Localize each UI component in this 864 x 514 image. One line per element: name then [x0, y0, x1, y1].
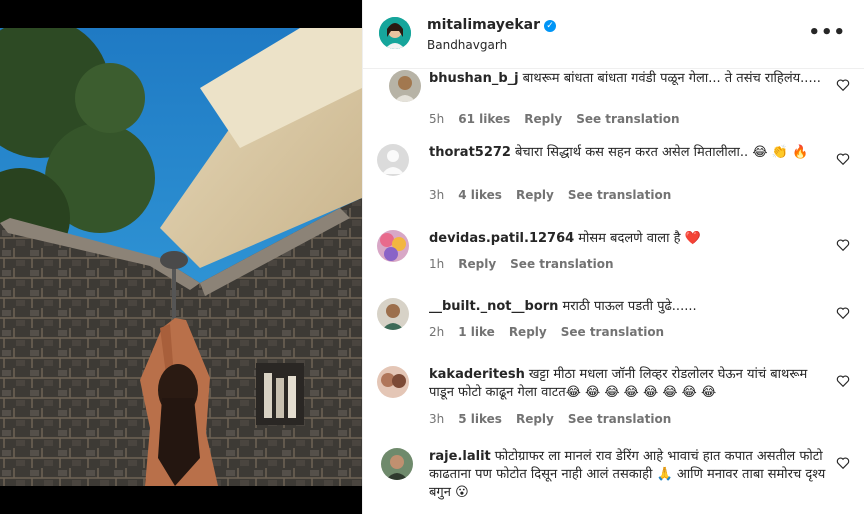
post-image-illustration — [0, 28, 362, 486]
comment-meta: 1h Reply See translation — [429, 257, 628, 271]
see-translation-button[interactable]: See translation — [510, 257, 613, 271]
comment-text-block: thorat5272 बेचारा सिद्धार्थ कस सहन करत अस… — [429, 144, 829, 162]
commenter-avatar[interactable] — [377, 230, 409, 262]
reply-button[interactable]: Reply — [516, 188, 554, 202]
comment-meta: 5h 61 likes Reply See translation — [429, 112, 694, 126]
comment-text-block: __built._not__born मराठी पाऊल पडती पुढे..… — [429, 298, 829, 316]
commenter-username[interactable]: raje.lalit — [429, 449, 491, 464]
comment-text: मोसम बदलणे वाला है ❤️ — [578, 231, 701, 246]
like-comment-heart-icon[interactable] — [836, 152, 850, 166]
comment-meta: 2h 1 like Reply See translation — [429, 325, 678, 339]
commenter-avatar[interactable] — [389, 70, 421, 102]
post-location[interactable]: Bandhavgarh — [427, 38, 507, 52]
see-translation-button[interactable]: See translation — [568, 412, 671, 426]
like-comment-heart-icon[interactable] — [836, 306, 850, 320]
comment-likes[interactable]: 1 like — [458, 325, 495, 339]
commenter-avatar[interactable] — [377, 366, 409, 398]
comment-likes[interactable]: 4 likes — [458, 188, 502, 202]
like-comment-heart-icon[interactable] — [836, 374, 850, 388]
commenter-avatar[interactable] — [377, 298, 409, 330]
commenter-username[interactable]: thorat5272 — [429, 145, 511, 160]
reply-button[interactable]: Reply — [516, 412, 554, 426]
comment-time[interactable]: 3h — [429, 188, 444, 202]
author-username[interactable]: mitalimayekar — [427, 17, 540, 33]
see-translation-button[interactable]: See translation — [561, 325, 664, 339]
commenter-avatar[interactable] — [381, 448, 413, 480]
like-comment-heart-icon[interactable] — [836, 238, 850, 252]
comment-likes[interactable]: 5 likes — [458, 412, 502, 426]
comment-text-block: kakaderitesh खट्टा मीठा मधला जॉनी लिव्हर … — [429, 366, 829, 402]
comment-text-block: bhushan_b_j बाथरूम बांधता बांधता गवंडी पळ… — [429, 70, 829, 88]
comment-text: बाथरूम बांधता बांधता गवंडी पळून गेला... … — [522, 71, 821, 86]
comment-text: मराठी पाऊल पडती पुढे...... — [562, 299, 697, 314]
comment-time[interactable]: 1h — [429, 257, 444, 271]
like-comment-heart-icon[interactable] — [836, 78, 850, 92]
comment-meta: 3h 4 likes Reply See translation — [429, 188, 685, 202]
commenter-username[interactable]: __built._not__born — [429, 299, 558, 314]
comment-time[interactable]: 5h — [429, 112, 444, 126]
commenter-avatar[interactable] — [377, 144, 409, 176]
like-comment-heart-icon[interactable] — [836, 456, 850, 470]
commenter-username[interactable]: devidas.patil.12764 — [429, 231, 574, 246]
verified-badge-icon: ✓ — [544, 20, 557, 32]
comments-panel: mitalimayekar ✓ Bandhavgarh ••• bhushan_b… — [362, 0, 864, 514]
see-translation-button[interactable]: See translation — [568, 188, 671, 202]
see-translation-button[interactable]: See translation — [576, 112, 679, 126]
more-options-icon[interactable]: ••• — [808, 22, 846, 43]
comment-meta: 3h 5 likes Reply See translation — [429, 412, 685, 426]
commenter-username[interactable]: kakaderitesh — [429, 367, 525, 382]
comment-text: बेचारा सिद्धार्थ कस सहन करत असेल मितालील… — [514, 145, 809, 160]
comment-text-block: raje.lalit फोटोग्राफर ला मानलं राव डेरिंग… — [429, 448, 829, 502]
commenter-username[interactable]: bhushan_b_j — [429, 71, 519, 86]
reply-button[interactable]: Reply — [524, 112, 562, 126]
post-header: mitalimayekar ✓ Bandhavgarh ••• — [363, 0, 864, 69]
author-avatar[interactable] — [379, 17, 411, 49]
comment-time[interactable]: 3h — [429, 412, 444, 426]
comment-time[interactable]: 2h — [429, 325, 444, 339]
post-image[interactable] — [0, 28, 362, 486]
reply-button[interactable]: Reply — [458, 257, 496, 271]
comment-text-block: devidas.patil.12764 मोसम बदलणे वाला है ❤️ — [429, 230, 829, 248]
comment-likes[interactable]: 61 likes — [458, 112, 510, 126]
post-photo-area — [0, 0, 362, 514]
reply-button[interactable]: Reply — [509, 325, 547, 339]
